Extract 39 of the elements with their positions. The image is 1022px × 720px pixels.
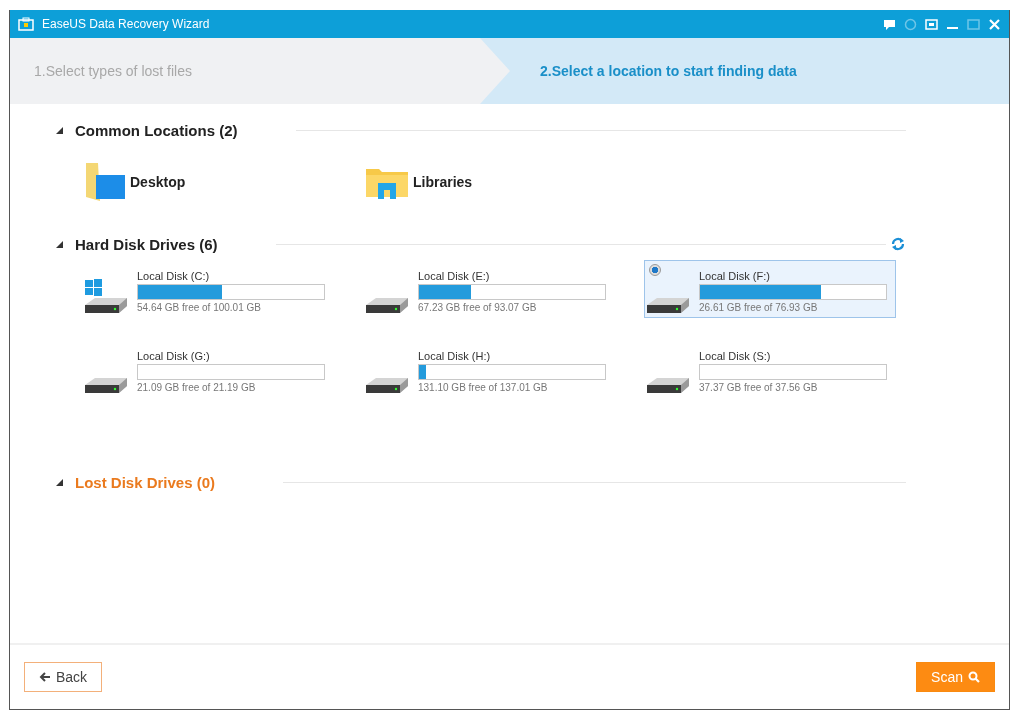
collapse-triangle-icon[interactable] (56, 126, 63, 134)
tray-icon[interactable] (925, 17, 938, 31)
back-button[interactable]: Back (24, 662, 103, 692)
history-icon[interactable] (904, 17, 917, 31)
drive-card[interactable]: Local Disk (G:) 21.09 GB free of 21.19 GB (82, 340, 334, 398)
section-title: Lost Disk Drives (0) (75, 473, 216, 491)
window-title: EaseUS Data Recovery Wizard (42, 17, 211, 31)
radio-button[interactable] (649, 264, 661, 276)
drive-name: Local Disk (E:) (418, 270, 491, 282)
drive-card[interactable]: Local Disk (C:) 54.64 GB free of 100.01 GB (82, 260, 334, 318)
app-briefcase-icon (18, 17, 34, 31)
free-space-text: 26.61 GB free of 76.93 GB (699, 302, 819, 313)
left-arrow-icon (39, 671, 51, 683)
free-space-text: 21.09 GB free of 21.19 GB (137, 382, 257, 393)
refresh-icon[interactable] (890, 236, 906, 252)
free-space-text: 54.64 GB free of 100.01 GB (137, 302, 262, 313)
free-space-text: 67.23 GB free of 93.07 GB (418, 302, 538, 313)
desktop-folder-icon (84, 161, 126, 203)
location-label[interactable]: Desktop (130, 174, 186, 190)
chat-icon[interactable] (883, 17, 896, 31)
drive-name: Local Disk (C:) (137, 270, 211, 282)
drive-icon (85, 298, 127, 313)
search-icon (968, 671, 980, 683)
section-title: Hard Disk Drives (6) (75, 235, 218, 253)
collapse-triangle-icon[interactable] (56, 478, 63, 486)
close-icon[interactable] (988, 17, 1001, 31)
drive-name: Local Disk (H:) (418, 350, 492, 362)
collapse-triangle-icon[interactable] (56, 240, 63, 248)
drive-card[interactable]: Local Disk (H:) 131.10 GB free of 137.01 GB (363, 340, 615, 398)
drive-card[interactable]: Local Disk (E:) 67.23 GB free of 93.07 GB (363, 260, 615, 318)
drive-card[interactable]: Local Disk (S:) 37.37 GB free of 37.56 GB (644, 340, 896, 398)
drive-name: Local Disk (F:) (699, 270, 771, 282)
drive-name: Local Disk (S:) (699, 350, 772, 362)
selected-drive-card[interactable]: Local Disk (F:) 26.61 GB free of 76.93 GB (644, 260, 896, 318)
free-space-text: 131.10 GB free of 137.01 GB (418, 382, 549, 393)
location-label[interactable]: Libraries (413, 174, 473, 190)
section-title: Common Locations (2) (75, 121, 238, 139)
drive-name: Local Disk (G:) (137, 350, 211, 362)
free-space-text: 37.37 GB free of 37.56 GB (699, 382, 819, 393)
